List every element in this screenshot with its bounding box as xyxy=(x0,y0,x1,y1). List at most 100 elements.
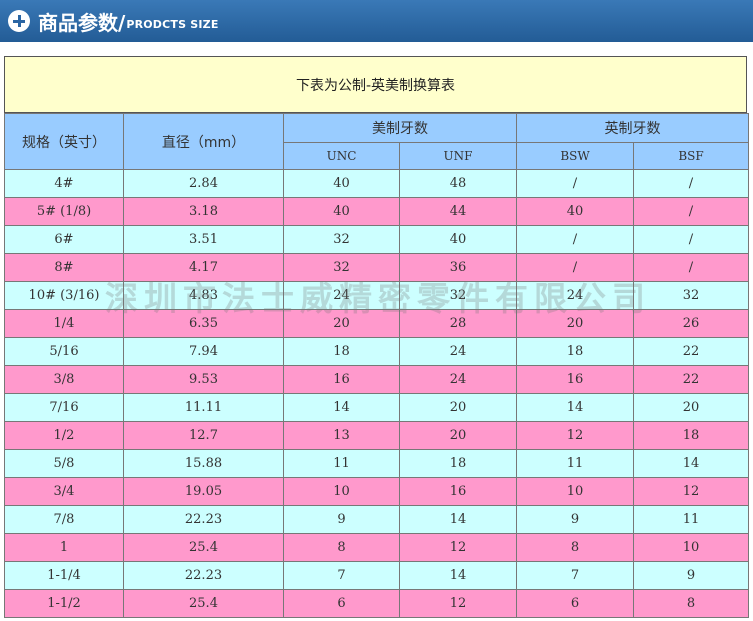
table-row: 5# (1/8) 3.18 40 44 40/ xyxy=(4,197,749,226)
table-row: 6# 3.51 32 40// xyxy=(4,225,749,254)
table-row: 10# (3/16) 4.83 24 32 24 32 xyxy=(4,281,749,310)
cell-spec: 5# (1/8) xyxy=(4,197,124,226)
cell-unf: 20 xyxy=(399,393,517,422)
cell-bsf: 22 xyxy=(633,365,749,394)
cell-diameter: 7.94 xyxy=(123,337,284,366)
cell-bsf: 32 xyxy=(633,281,749,310)
conversion-table: 规格（英寸） 直径（mm） 美制牙数 英制牙数 UNC UNF BSW BSF … xyxy=(4,113,749,618)
cell-unc: 20 xyxy=(283,309,400,338)
cell-bsf: 9 xyxy=(633,561,749,590)
cell-unf: 14 xyxy=(399,505,517,534)
cell-unc: 6 xyxy=(283,589,400,618)
cell-unf: 28 xyxy=(399,309,517,338)
cell-spec: 3/4 xyxy=(4,477,124,506)
cell-bsw: 18 xyxy=(516,337,634,366)
cell-bsf: 12 xyxy=(633,477,749,506)
cell-bsf: 22 xyxy=(633,337,749,366)
cell-bsw: / xyxy=(516,225,634,254)
cell-unf: 48 xyxy=(399,169,517,198)
cell-spec: 7/16 xyxy=(4,393,124,422)
cell-diameter: 12.7 xyxy=(123,421,284,450)
cell-diameter: 9.53 xyxy=(123,365,284,394)
table-row: 1-1/2 25.4 6 12 6 8 xyxy=(4,589,749,618)
table-row: 1/4 6.35 20 28 20 26 xyxy=(4,309,749,338)
cell-bsw: 20 xyxy=(516,309,634,338)
cell-unc: 32 xyxy=(283,225,400,254)
cell-bsw: 9 xyxy=(516,505,634,534)
cell-spec: 5/16 xyxy=(4,337,124,366)
header-uk-thread-count: 英制牙数 xyxy=(516,113,749,143)
cell-diameter: 22.23 xyxy=(123,561,284,590)
cell-spec: 3/8 xyxy=(4,365,124,394)
header-us-thread-count: 美制牙数 xyxy=(283,113,517,143)
cell-bsf: 20 xyxy=(633,393,749,422)
section-header: 商品参数/ PRODCTS SIZE xyxy=(0,0,753,42)
cell-bsw: 24 xyxy=(516,281,634,310)
cell-bsf: 14 xyxy=(633,449,749,478)
cell-diameter: 25.4 xyxy=(123,533,284,562)
table-row: 7/16 11.11 14 20 14 20 xyxy=(4,393,749,422)
cell-unc: 11 xyxy=(283,449,400,478)
table-row: 3/4 19.05 10 16 10 12 xyxy=(4,477,749,506)
cell-unc: 9 xyxy=(283,505,400,534)
cell-bsw: / xyxy=(516,169,634,198)
cell-bsf: 26 xyxy=(633,309,749,338)
cell-diameter: 11.11 xyxy=(123,393,284,422)
cell-diameter: 4.83 xyxy=(123,281,284,310)
cell-bsf: 8 xyxy=(633,589,749,618)
cell-unc: 40 xyxy=(283,197,400,226)
table-body: 4# 2.84 40 48//5# (1/8) 3.18 40 44 40/6# 3.51 32 4… xyxy=(4,169,749,618)
cell-spec: 1/4 xyxy=(4,309,124,338)
cell-unf: 40 xyxy=(399,225,517,254)
header-spec: 规格（英寸） xyxy=(4,113,124,170)
header-unf: UNF xyxy=(399,142,517,170)
cell-bsf: / xyxy=(633,197,749,226)
table-row: 5/16 7.94 18 24 18 22 xyxy=(4,337,749,366)
cell-bsf: / xyxy=(633,253,749,282)
header-diameter: 直径（mm） xyxy=(123,113,284,170)
cell-bsw: 11 xyxy=(516,449,634,478)
table-row: 1/2 12.7 13 20 12 18 xyxy=(4,421,749,450)
cell-bsf: 11 xyxy=(633,505,749,534)
cell-unc: 13 xyxy=(283,421,400,450)
table-caption: 下表为公制-英美制换算表 xyxy=(4,56,747,113)
cell-bsw: 12 xyxy=(516,421,634,450)
cell-spec: 10# (3/16) xyxy=(4,281,124,310)
cell-unc: 32 xyxy=(283,253,400,282)
cell-bsw: 8 xyxy=(516,533,634,562)
header-unc: UNC xyxy=(283,142,400,170)
cell-diameter: 3.18 xyxy=(123,197,284,226)
cell-bsf: 18 xyxy=(633,421,749,450)
table-row: 4# 2.84 40 48// xyxy=(4,169,749,198)
cell-bsf: / xyxy=(633,225,749,254)
cell-bsw: 14 xyxy=(516,393,634,422)
plus-circle-icon xyxy=(8,10,30,32)
cell-bsw: 10 xyxy=(516,477,634,506)
cell-diameter: 3.51 xyxy=(123,225,284,254)
cell-bsw: 16 xyxy=(516,365,634,394)
cell-bsw: 40 xyxy=(516,197,634,226)
cell-diameter: 19.05 xyxy=(123,477,284,506)
cell-spec: 8# xyxy=(4,253,124,282)
table-row: 3/8 9.53 16 24 16 22 xyxy=(4,365,749,394)
cell-spec: 1-1/2 xyxy=(4,589,124,618)
cell-unf: 24 xyxy=(399,337,517,366)
cell-spec: 1 xyxy=(4,533,124,562)
cell-unc: 14 xyxy=(283,393,400,422)
cell-unc: 24 xyxy=(283,281,400,310)
cell-bsw: / xyxy=(516,253,634,282)
header-bsw: BSW xyxy=(516,142,634,170)
cell-spec: 5/8 xyxy=(4,449,124,478)
cell-unf: 12 xyxy=(399,533,517,562)
cell-unf: 44 xyxy=(399,197,517,226)
cell-diameter: 2.84 xyxy=(123,169,284,198)
cell-bsf: 10 xyxy=(633,533,749,562)
cell-unc: 40 xyxy=(283,169,400,198)
table-row: 8# 4.17 32 36// xyxy=(4,253,749,282)
cell-unf: 36 xyxy=(399,253,517,282)
cell-unf: 18 xyxy=(399,449,517,478)
cell-unc: 16 xyxy=(283,365,400,394)
section-title: 商品参数/ xyxy=(38,10,126,35)
cell-unf: 24 xyxy=(399,365,517,394)
cell-bsf: / xyxy=(633,169,749,198)
